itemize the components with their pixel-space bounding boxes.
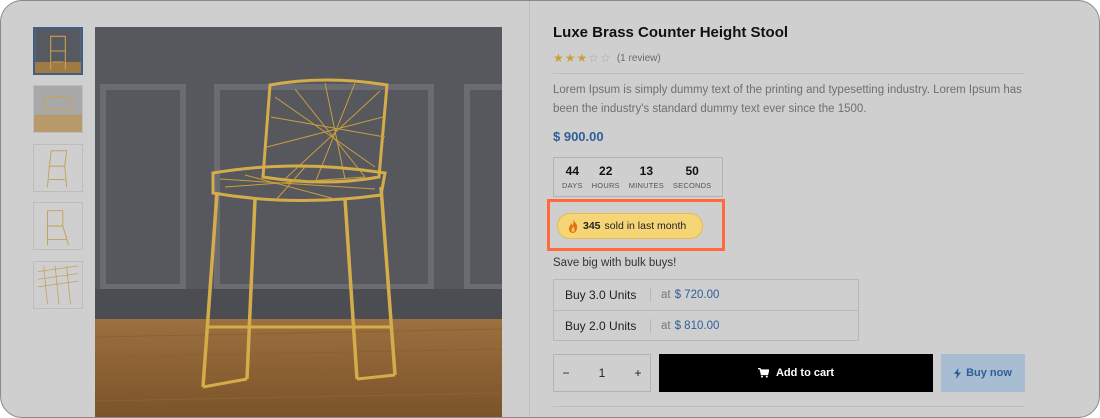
countdown-minutes: 13 MINUTES	[629, 158, 664, 196]
add-to-cart-button[interactable]: Add to cart	[659, 354, 933, 392]
bolt-icon	[954, 367, 962, 379]
bulk-option[interactable]: Buy 3.0 Units at $ 720.00	[554, 280, 858, 310]
sold-text: sold in last month	[604, 220, 687, 232]
countdown-seconds: 50 SECONDS	[673, 158, 712, 196]
buy-now-label: Buy now	[966, 367, 1012, 379]
fire-icon	[568, 219, 578, 233]
countdown-timer: 44 DAYS 22 HOURS 13 MINUTES 50 SECONDS	[553, 157, 723, 197]
divider	[553, 406, 1024, 407]
thumbnail-2[interactable]	[33, 85, 83, 133]
countdown-value: 22	[599, 164, 613, 178]
increase-quantity-button[interactable]: +	[626, 366, 650, 380]
bulk-options: Buy 3.0 Units at $ 720.00 Buy 2.0 Units …	[553, 279, 859, 341]
countdown-hours: 22 HOURS	[592, 158, 620, 196]
quantity-stepper: − 1 +	[553, 354, 651, 392]
product-page: Luxe Brass Counter Height Stool ★★★☆☆ (1…	[0, 0, 1100, 418]
countdown-label: MINUTES	[628, 181, 664, 190]
countdown-days: 44 DAYS	[562, 158, 583, 196]
stool-thumbnail-image	[34, 145, 82, 191]
star-icon: ★	[553, 51, 565, 65]
bulk-price: $ 720.00	[674, 289, 720, 301]
stool-image	[95, 27, 502, 417]
stool-thumbnail-image	[34, 262, 82, 308]
countdown-value: 13	[639, 164, 654, 178]
review-count[interactable]: (1 review)	[617, 53, 661, 64]
stool-thumbnail-image	[35, 29, 81, 73]
star-icon: ☆	[600, 51, 612, 65]
star-icon: ★	[576, 51, 589, 65]
countdown-label: HOURS	[591, 181, 620, 190]
sold-badge: 345 sold in last month	[557, 213, 703, 239]
product-rating[interactable]: ★★★☆☆ (1 review)	[553, 51, 661, 65]
cart-icon	[757, 368, 769, 378]
main-product-image[interactable]	[95, 27, 502, 417]
bulk-option[interactable]: Buy 2.0 Units at $ 810.00	[554, 310, 858, 340]
bulk-units: Buy 2.0 Units	[565, 318, 651, 333]
quantity-input[interactable]: 1	[578, 366, 626, 380]
buy-now-button[interactable]: Buy now	[941, 354, 1025, 392]
product-description: Lorem Ipsum is simply dummy text of the …	[553, 84, 1022, 115]
thumbnail-5[interactable]	[33, 261, 83, 309]
countdown-label: SECONDS	[672, 181, 712, 190]
thumbnail-4[interactable]	[33, 202, 83, 250]
add-to-cart-label: Add to cart	[775, 367, 835, 379]
bulk-price: $ 810.00	[674, 319, 720, 332]
product-price: $ 900.00	[553, 129, 604, 144]
stool-thumbnail-image	[34, 203, 82, 249]
star-icon: ★	[564, 51, 577, 65]
countdown-value: 50	[685, 164, 699, 178]
column-divider	[529, 1, 530, 417]
bulk-at: at	[661, 289, 671, 301]
star-icon: ☆	[588, 51, 601, 65]
bulk-units: Buy 3.0 Units	[565, 288, 651, 302]
countdown-label: DAYS	[562, 181, 583, 190]
bulk-heading: Save big with bulk buys!	[553, 257, 677, 269]
countdown-value: 44	[565, 164, 580, 178]
product-title: Luxe Brass Counter Height Stool	[553, 24, 789, 41]
thumbnail-1[interactable]	[33, 27, 83, 75]
decrease-quantity-button[interactable]: −	[554, 366, 578, 380]
star-rating: ★★★☆☆	[553, 51, 612, 65]
thumbnail-3[interactable]	[33, 144, 83, 192]
stool-thumbnail-image	[34, 86, 82, 132]
bulk-at: at	[661, 319, 671, 332]
sold-count: 345	[583, 220, 601, 232]
divider	[553, 73, 1024, 74]
